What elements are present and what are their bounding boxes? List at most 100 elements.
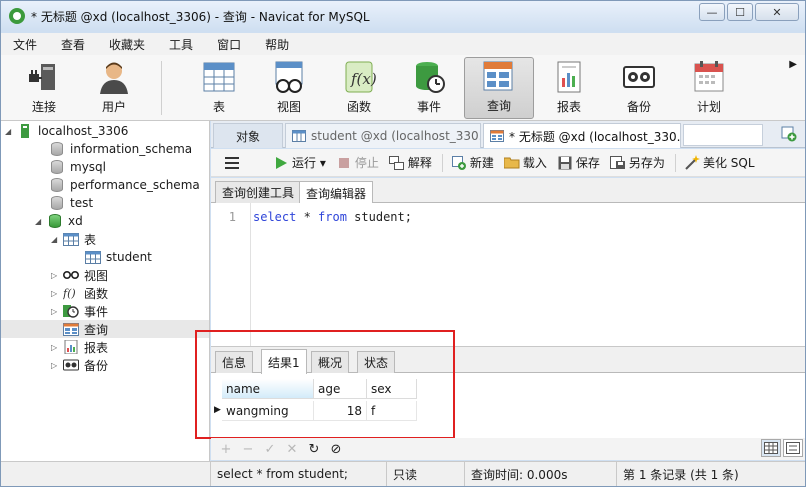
cell-name[interactable]: wangming bbox=[222, 401, 314, 421]
beautify-sql-button[interactable]: 美化 SQL bbox=[684, 154, 755, 171]
tree-functions[interactable]: ▷ f() 函数 bbox=[51, 284, 108, 302]
tab-untitled-query[interactable]: * 无标题 @xd (localhost_330... bbox=[483, 123, 681, 148]
menu-tools[interactable]: 工具 bbox=[157, 36, 205, 53]
tree-database-test[interactable]: test bbox=[49, 194, 93, 212]
stop-refresh-icon[interactable]: ⊘ bbox=[325, 442, 347, 457]
new-query-button[interactable]: 新建 bbox=[451, 154, 494, 171]
tab-student-table[interactable]: student @xd (localhost_330... bbox=[285, 123, 481, 148]
status-mode: 只读 bbox=[386, 462, 464, 486]
expand-arrow-icon[interactable]: ▷ bbox=[51, 271, 63, 280]
result-grid: name age sex ▶ wangming 18 f bbox=[214, 379, 614, 423]
tree-reports[interactable]: ▷ 报表 bbox=[51, 338, 108, 356]
tab-info[interactable]: 信息 bbox=[215, 351, 254, 373]
toolbar-event-button[interactable]: 事件 bbox=[394, 57, 464, 119]
toolbar-table-button[interactable]: 表 bbox=[184, 57, 254, 119]
sql-editor[interactable]: 1 select * from student; bbox=[211, 203, 805, 346]
expand-arrow-icon[interactable]: ▷ bbox=[51, 289, 63, 298]
tree-queries[interactable]: 查询 bbox=[1, 320, 209, 338]
tab-objects[interactable]: 对象 bbox=[213, 123, 283, 148]
toolbar-report-button[interactable]: 报表 bbox=[534, 57, 604, 119]
tree-connection[interactable]: ◢ localhost_3306 bbox=[5, 122, 128, 140]
tree-database-information-schema[interactable]: information_schema bbox=[49, 140, 192, 158]
menu-favorites[interactable]: 收藏夹 bbox=[97, 36, 157, 53]
sql-table-name: student; bbox=[346, 210, 412, 224]
document-tabs: 对象 student @xd (localhost_330... * 无标题 @… bbox=[211, 121, 805, 148]
new-icon bbox=[451, 155, 467, 171]
window-controls: — ☐ ✕ bbox=[697, 3, 799, 21]
tree-queries-label: 查询 bbox=[84, 322, 109, 337]
run-button[interactable]: 运行 ▾ bbox=[273, 154, 326, 171]
table-icon bbox=[63, 232, 79, 246]
sql-keyword-select: select bbox=[253, 210, 297, 224]
save-as-button[interactable]: 另存为 bbox=[609, 154, 665, 171]
expand-arrow-icon[interactable]: ▷ bbox=[51, 307, 63, 316]
toolbar-schedule-button[interactable]: 计划 bbox=[674, 57, 744, 119]
tab-profile[interactable]: 概况 bbox=[311, 351, 350, 373]
tab-status[interactable]: 状态 bbox=[357, 351, 396, 373]
toolbar-backup-button[interactable]: 备份 bbox=[604, 57, 674, 119]
tree-events[interactable]: ▷ 事件 bbox=[51, 302, 108, 320]
tab-result-1[interactable]: 结果1 bbox=[261, 349, 307, 374]
toolbar-separator bbox=[161, 61, 162, 115]
save-as-label: 另存为 bbox=[628, 156, 665, 170]
toolbar-query-button[interactable]: 查询 bbox=[464, 57, 534, 119]
expand-arrow-icon[interactable]: ▷ bbox=[51, 343, 63, 352]
refresh-icon[interactable]: ↻ bbox=[303, 442, 325, 457]
add-record-icon[interactable]: + bbox=[215, 442, 237, 457]
menu-window[interactable]: 窗口 bbox=[205, 36, 253, 53]
tree-table-label: student bbox=[106, 250, 152, 264]
toolbar-overflow-arrow-icon[interactable]: ▶ bbox=[789, 59, 797, 70]
column-header-sex[interactable]: sex bbox=[367, 379, 417, 399]
close-button[interactable]: ✕ bbox=[755, 3, 799, 21]
backup-icon bbox=[63, 358, 79, 372]
collapse-arrow-icon[interactable]: ◢ bbox=[51, 235, 63, 244]
delete-record-icon[interactable]: − bbox=[237, 442, 259, 457]
tree-tables-label: 表 bbox=[84, 232, 97, 247]
collapse-arrow-icon[interactable]: ◢ bbox=[5, 127, 17, 136]
report-icon bbox=[63, 340, 79, 354]
server-icon bbox=[17, 124, 33, 138]
cell-age[interactable]: 18 bbox=[314, 401, 367, 421]
hamburger-menu-icon[interactable] bbox=[225, 156, 239, 169]
tab-query-builder[interactable]: 查询创建工具 bbox=[215, 181, 302, 203]
expand-arrow-icon[interactable]: ▷ bbox=[51, 361, 63, 370]
tree-database-xd[interactable]: ◢ xd bbox=[35, 212, 83, 230]
apply-changes-icon[interactable]: ✓ bbox=[259, 442, 281, 457]
menu-help[interactable]: 帮助 bbox=[253, 36, 301, 53]
form-view-icon[interactable] bbox=[783, 439, 803, 457]
toolbar-user-button[interactable]: 用户 bbox=[79, 57, 149, 119]
toolbar-connection-button[interactable]: 连接 bbox=[9, 57, 79, 119]
query-toolbar: 运行 ▾ 停止 解释 新建 载入 保存 另存为 美化 SQL bbox=[211, 149, 805, 177]
view-glasses-icon bbox=[63, 268, 79, 282]
toolbar-table-label: 表 bbox=[212, 100, 225, 114]
tree-tables-group[interactable]: ◢ 表 bbox=[51, 230, 96, 248]
grid-view-icon[interactable] bbox=[761, 439, 781, 457]
load-button[interactable]: 载入 bbox=[503, 154, 547, 171]
toolbar-function-button[interactable]: f(x) 函数 bbox=[324, 57, 394, 119]
new-tab-icon[interactable] bbox=[781, 126, 797, 142]
tab-query-editor[interactable]: 查询编辑器 bbox=[299, 181, 374, 204]
tree-database-mysql[interactable]: mysql bbox=[49, 158, 106, 176]
table-icon bbox=[85, 250, 101, 264]
save-button[interactable]: 保存 bbox=[557, 154, 600, 171]
folder-icon bbox=[503, 155, 520, 171]
minimize-button[interactable]: — bbox=[699, 3, 725, 21]
maximize-button[interactable]: ☐ bbox=[727, 3, 753, 21]
menu-file[interactable]: 文件 bbox=[1, 36, 49, 53]
tree-backups[interactable]: ▷ 备份 bbox=[51, 356, 108, 374]
menu-view[interactable]: 查看 bbox=[49, 36, 97, 53]
sql-code-line[interactable]: select * from student; bbox=[253, 210, 412, 224]
explain-button[interactable]: 解释 bbox=[388, 154, 432, 171]
collapse-arrow-icon[interactable]: ◢ bbox=[35, 217, 47, 226]
toolbar-view-button[interactable]: 视图 bbox=[254, 57, 324, 119]
cell-sex[interactable]: f bbox=[367, 401, 417, 421]
tree-views[interactable]: ▷ 视图 bbox=[51, 266, 108, 284]
column-header-name[interactable]: name bbox=[222, 379, 314, 399]
stop-button[interactable]: 停止 bbox=[336, 154, 379, 171]
query-icon bbox=[63, 322, 79, 336]
tree-database-performance-schema[interactable]: performance_schema bbox=[49, 176, 200, 194]
stop-icon bbox=[336, 155, 352, 171]
discard-changes-icon[interactable]: ✕ bbox=[281, 442, 303, 457]
tree-table-student[interactable]: student bbox=[85, 248, 152, 266]
column-header-age[interactable]: age bbox=[314, 379, 367, 399]
